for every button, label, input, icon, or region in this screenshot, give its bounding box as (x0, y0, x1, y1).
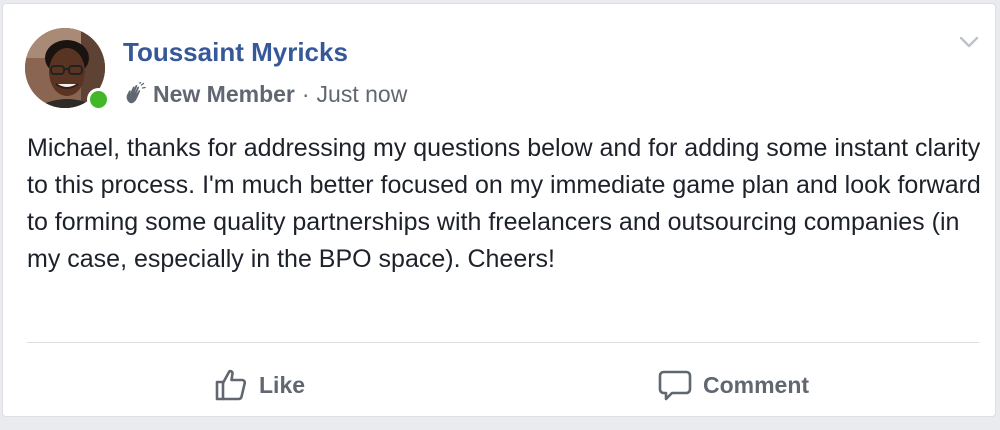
online-status-dot (87, 88, 110, 111)
author-name-link[interactable]: Toussaint Myricks (123, 37, 348, 68)
action-divider (27, 342, 979, 343)
chevron-down-icon[interactable] (955, 32, 983, 52)
thumbs-up-icon (213, 367, 249, 403)
like-button[interactable]: Like (213, 360, 305, 410)
post-card: Toussaint Myricks New Member · Just now … (2, 3, 996, 417)
wave-hand-icon (123, 81, 149, 107)
post-timestamp[interactable]: Just now (317, 81, 408, 108)
meta-separator: · (301, 80, 310, 107)
post-meta: New Member · Just now (123, 78, 407, 110)
comment-label: Comment (703, 371, 810, 398)
comment-button[interactable]: Comment (657, 360, 809, 410)
avatar-container[interactable] (25, 28, 110, 111)
speech-bubble-icon (657, 367, 693, 403)
member-badge-label[interactable]: New Member (153, 81, 295, 108)
like-label: Like (259, 371, 306, 398)
post-body-text: Michael, thanks for addressing my questi… (27, 134, 981, 273)
